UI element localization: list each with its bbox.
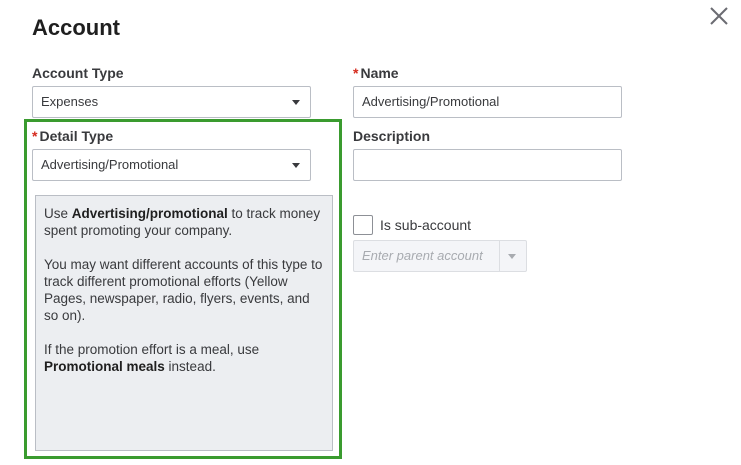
close-button[interactable] bbox=[706, 3, 732, 29]
close-icon bbox=[710, 7, 728, 25]
account-type-value: Expenses bbox=[41, 94, 99, 109]
sub-account-checkbox[interactable] bbox=[353, 215, 373, 235]
chevron-down-icon[interactable] bbox=[508, 254, 516, 259]
detail-type-help-panel: Use Advertising/promotional to track mon… bbox=[35, 195, 333, 451]
required-mark: * bbox=[353, 65, 359, 81]
chevron-down-icon bbox=[292, 163, 300, 168]
required-mark: * bbox=[32, 128, 38, 144]
page-title: Account bbox=[32, 15, 120, 40]
help-paragraph-1: Use Advertising/promotional to track mon… bbox=[44, 206, 321, 238]
help-paragraph-3: If the promotion effort is a meal, use P… bbox=[44, 342, 260, 374]
name-label: * Name bbox=[353, 65, 399, 81]
parent-account-combo[interactable]: Enter parent account bbox=[353, 240, 527, 272]
name-value: Advertising/Promotional bbox=[362, 94, 500, 109]
name-input[interactable]: Advertising/Promotional bbox=[353, 86, 622, 118]
account-type-select[interactable]: Expenses bbox=[32, 86, 311, 118]
sub-account-label[interactable]: Is sub-account bbox=[380, 217, 471, 233]
detail-type-select[interactable]: Advertising/Promotional bbox=[32, 149, 311, 181]
help-paragraph-2: You may want different accounts of this … bbox=[44, 257, 323, 323]
combo-divider bbox=[499, 241, 500, 271]
description-input[interactable] bbox=[353, 149, 622, 181]
detail-type-label: * Detail Type bbox=[32, 128, 114, 144]
parent-account-input[interactable]: Enter parent account bbox=[362, 241, 483, 271]
chevron-down-icon bbox=[292, 100, 300, 105]
account-type-label: Account Type bbox=[32, 65, 124, 81]
description-label: Description bbox=[353, 128, 431, 144]
detail-type-value: Advertising/Promotional bbox=[41, 157, 179, 172]
